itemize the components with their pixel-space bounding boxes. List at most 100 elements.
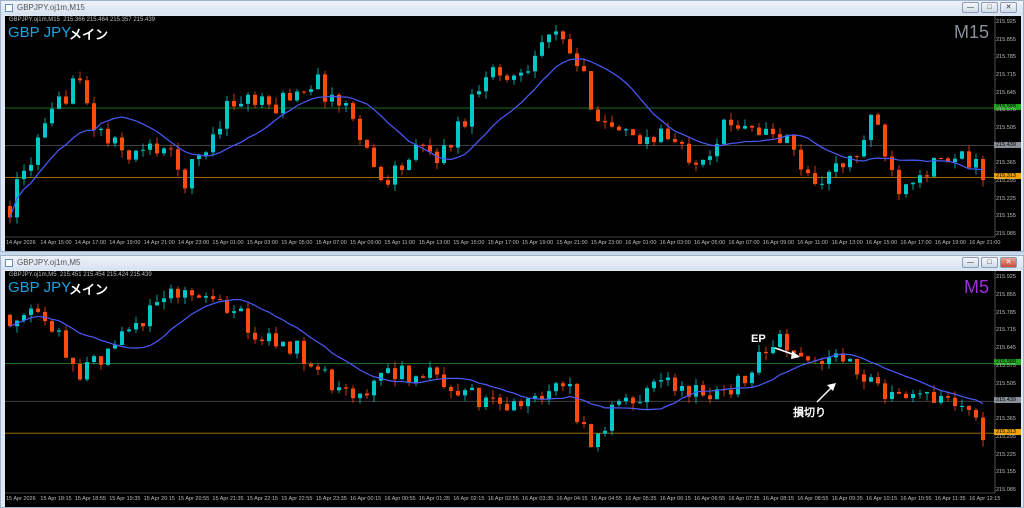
candle-body	[351, 103, 355, 119]
candle-body	[673, 139, 677, 142]
candle-body	[624, 129, 628, 131]
time-tick-label: 15 Apr 19:00	[522, 240, 554, 246]
window-title: GBPJPY.oj1m,M15	[17, 3, 85, 12]
candle-body	[274, 333, 278, 347]
time-tick-label: 15 Apr 03:00	[246, 240, 278, 246]
candle-body	[435, 367, 439, 375]
candle-body	[645, 388, 649, 403]
candle-body	[155, 143, 159, 154]
candle-body	[379, 166, 383, 181]
time-tick-label: 15 Apr 05:00	[281, 240, 313, 246]
candle-body	[8, 314, 12, 327]
ep-annotation: EP	[751, 333, 766, 345]
candle-body	[505, 75, 509, 80]
candle-body	[526, 398, 530, 407]
candle-body	[918, 175, 922, 183]
candle-body	[925, 391, 929, 394]
candle-body	[505, 403, 509, 411]
time-tick-label: 14 Apr 23:00	[178, 240, 210, 246]
candle-body	[771, 346, 775, 354]
candle-body	[288, 341, 292, 354]
candle-body	[652, 381, 656, 389]
candle-body	[897, 169, 901, 195]
candle-body	[568, 39, 572, 54]
candle-body	[953, 158, 957, 163]
title-bar[interactable]: GBPJPY.oj1m,M5 — □ ✕	[1, 256, 1023, 270]
candle-body	[295, 91, 299, 101]
candle-body	[526, 71, 530, 73]
minimize-button[interactable]: —	[962, 257, 979, 268]
candle-body	[365, 393, 369, 396]
candle-body	[127, 329, 131, 332]
minimize-button[interactable]: —	[962, 2, 979, 13]
candle-body	[218, 128, 222, 135]
m15-chart[interactable]: GBPJPY.oj1m,M15 215.366 215.464 215.357 …	[5, 16, 1021, 251]
candle-body	[134, 150, 138, 160]
candle-body	[169, 288, 173, 299]
candle-body	[729, 119, 733, 126]
candle-body	[876, 114, 880, 125]
time-tick-label: 16 Apr 06:55	[694, 496, 726, 502]
candle-body	[365, 140, 369, 148]
candle-body	[498, 397, 502, 404]
candle-body	[687, 143, 691, 163]
candle-body	[176, 288, 180, 298]
candle-body	[617, 126, 621, 131]
title-bar[interactable]: GBPJPY.oj1m,M15 — □ ✕	[1, 1, 1023, 15]
candle-body	[442, 374, 446, 387]
ohlc-info: GBPJPY.oj1m,M15 215.366 215.464 215.357 …	[9, 17, 156, 23]
candle-body	[274, 104, 278, 114]
candle-body	[603, 430, 607, 434]
candle-body	[148, 305, 152, 327]
candle-body	[85, 80, 89, 104]
candle-body	[848, 358, 852, 362]
candle-body	[246, 94, 250, 104]
price-tick-label: 215.785	[996, 54, 1016, 61]
candle-body	[414, 144, 418, 160]
candle-body	[771, 128, 775, 135]
candle-body	[183, 290, 187, 298]
candle-body	[211, 134, 215, 153]
m5-chart[interactable]: GBPJPY.oj1m,M5 215.451 215.454 215.424 2…	[5, 271, 1021, 507]
candle-body	[610, 404, 614, 431]
candle-body	[652, 137, 656, 143]
candle-body	[358, 393, 362, 399]
candle-body	[638, 402, 642, 404]
candle-body	[393, 368, 397, 380]
candle-body	[582, 66, 586, 72]
time-tick-label: 16 Apr 08:15	[762, 496, 794, 502]
candle-body	[673, 377, 677, 391]
time-tick-label: 15 Apr 2026	[6, 496, 36, 502]
candle-body	[876, 377, 880, 384]
candle-body	[575, 53, 579, 67]
time-tick-label: 16 Apr 09:35	[831, 496, 863, 502]
candle-body	[799, 149, 803, 170]
close-button[interactable]: ✕	[1000, 2, 1017, 13]
candle-body	[50, 321, 54, 332]
candle-body	[162, 298, 166, 303]
time-tick-label: 16 Apr 05:35	[625, 496, 657, 502]
maximize-button[interactable]: □	[981, 2, 998, 13]
time-tick-label: 15 Apr 11:00	[384, 240, 416, 246]
candle-body	[78, 363, 82, 380]
candle-body	[162, 148, 166, 154]
candle-body	[127, 150, 131, 160]
candle-body	[386, 180, 390, 185]
ohlc-info: GBPJPY.oj1m,M5 215.451 215.454 215.424 2…	[9, 272, 152, 278]
time-tick-label: 15 Apr 01:00	[212, 240, 244, 246]
price-tick-label: 215.155	[996, 213, 1016, 220]
close-button[interactable]: ✕	[1000, 257, 1017, 268]
price-tick-label: 215.785	[996, 309, 1016, 316]
candle-body	[827, 357, 831, 365]
candle-body	[694, 385, 698, 397]
candle-body	[708, 156, 712, 160]
time-tick-label: 15 Apr 21:00	[556, 240, 588, 246]
candle-body	[701, 385, 705, 396]
candle-body	[400, 365, 404, 380]
candle-body	[918, 393, 922, 395]
candle-body	[36, 308, 40, 312]
time-tick-label: 16 Apr 02:55	[487, 496, 519, 502]
maximize-button[interactable]: □	[981, 257, 998, 268]
candle-body	[288, 92, 292, 101]
candle-body	[680, 141, 684, 144]
